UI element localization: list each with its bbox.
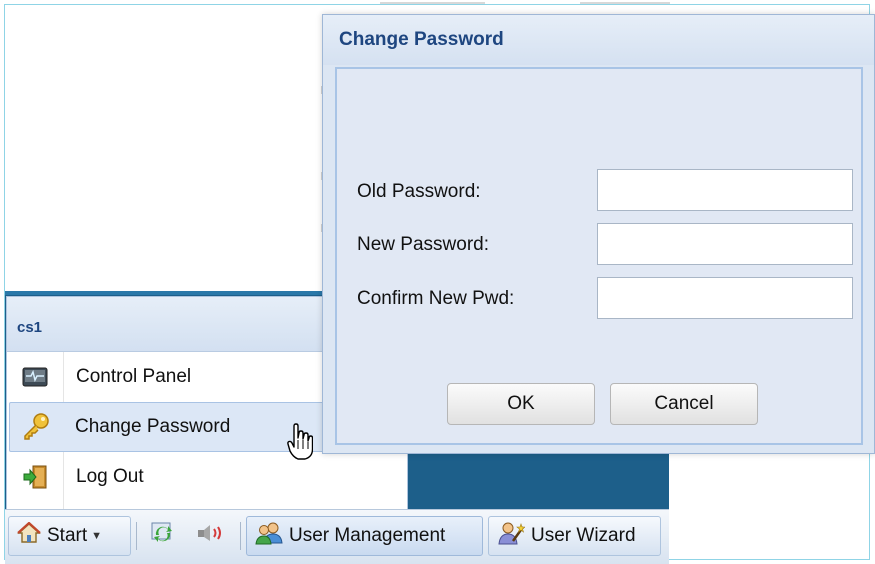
cancel-button[interactable]: Cancel <box>610 383 758 425</box>
background-window-edge <box>380 2 485 12</box>
start-menu-user: cs1 <box>17 319 43 336</box>
dialog-title: Change Password <box>339 29 504 50</box>
menu-item-label: Change Password <box>75 416 231 437</box>
dialog-header[interactable]: Change Password <box>323 15 874 65</box>
menu-item-label: Log Out <box>76 466 144 487</box>
speaker-icon <box>196 523 226 549</box>
old-password-label: Old Password: <box>357 181 481 202</box>
background-window-edge <box>580 2 670 12</box>
taskbar-user-wizard[interactable]: User Wizard <box>488 516 661 556</box>
key-icon <box>10 413 62 441</box>
start-button[interactable]: Start ▼ <box>8 516 131 556</box>
logout-door-icon <box>7 464 63 490</box>
new-password-label: New Password: <box>357 234 489 255</box>
home-icon <box>17 521 41 550</box>
ok-button[interactable]: OK <box>447 383 595 425</box>
taskbar-button-label: User Wizard <box>531 525 636 546</box>
dialog-body: Old Password: New Password: Confirm New … <box>335 67 863 445</box>
monitor-pulse-icon <box>7 367 63 387</box>
taskbar-divider <box>240 522 241 550</box>
taskbar: Start ▼ User Management User Wizard <box>5 509 669 564</box>
chevron-down-icon: ▼ <box>91 530 103 542</box>
confirm-password-label: Confirm New Pwd: <box>357 288 515 309</box>
refresh-icon <box>150 521 176 551</box>
taskbar-divider <box>136 522 137 550</box>
menu-item-label: Control Panel <box>76 366 192 387</box>
change-password-dialog: Change Password Old Password: New Passwo… <box>322 14 875 454</box>
confirm-password-field[interactable] <box>597 277 853 319</box>
start-label: Start <box>47 525 88 546</box>
volume-button[interactable] <box>189 516 233 556</box>
taskbar-user-management[interactable]: User Management <box>246 516 483 556</box>
hand-cursor-icon <box>287 423 314 468</box>
menu-item-log-out[interactable]: Log Out <box>7 452 407 502</box>
user-wizard-icon <box>497 521 526 551</box>
taskbar-button-label: User Management <box>289 525 446 546</box>
users-icon <box>255 521 283 551</box>
new-password-field[interactable] <box>597 223 853 265</box>
refresh-button[interactable] <box>143 516 183 556</box>
old-password-field[interactable] <box>597 169 853 211</box>
